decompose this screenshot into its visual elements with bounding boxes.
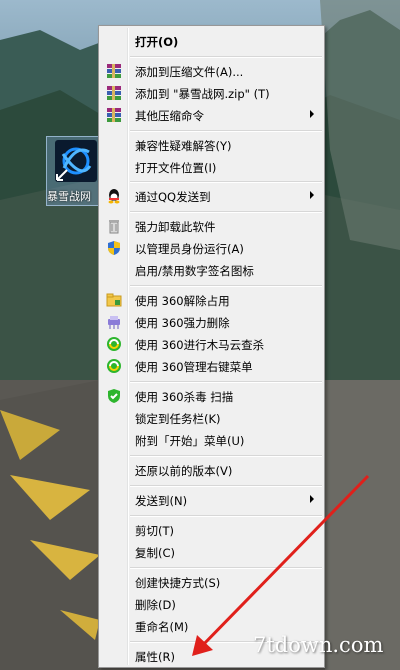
- menu-item-label: 使用 360进行木马云查杀: [135, 338, 265, 352]
- 360-shield-icon: [106, 388, 122, 404]
- menu-item-open-file-location[interactable]: 打开文件位置(I): [101, 156, 322, 178]
- menu-item-label: 重命名(M): [135, 620, 189, 634]
- site-watermark: 7tdown.com: [253, 633, 384, 657]
- menu-separator: [130, 455, 322, 457]
- menu-item-label: 附到「开始」菜单(U): [135, 434, 245, 448]
- menu-item-label: 强力卸载此软件: [135, 220, 216, 234]
- submenu-arrow-icon: [310, 495, 314, 503]
- menu-item-360-manage-context-menu[interactable]: 使用 360管理右键菜单: [101, 355, 322, 377]
- trash-icon: [106, 218, 122, 234]
- menu-item-label: 添加到 "暴雪战网.zip" (T): [135, 87, 270, 101]
- menu-item-360-antivirus-scan[interactable]: 使用 360杀毒 扫描: [101, 385, 322, 407]
- menu-item-label: 剪切(T): [135, 524, 174, 538]
- menu-item-label: 使用 360解除占用: [135, 294, 230, 308]
- menu-item-label: 添加到压缩文件(A)...: [135, 65, 244, 79]
- battlenet-icon: [55, 140, 97, 182]
- menu-item-label: 锁定到任务栏(K): [135, 412, 221, 426]
- menu-item-label: 发送到(N): [135, 494, 188, 508]
- winrar-icon: [106, 107, 122, 123]
- shredder-icon: [106, 314, 122, 330]
- menu-item-send-to[interactable]: 发送到(N): [101, 489, 322, 511]
- menu-item-label: 打开(O): [135, 35, 179, 49]
- menu-item-pin-to-taskbar[interactable]: 锁定到任务栏(K): [101, 407, 322, 429]
- menu-item-compat-troubleshoot[interactable]: 兼容性疑难解答(Y): [101, 134, 322, 156]
- menu-item-label: 兼容性疑难解答(Y): [135, 139, 232, 153]
- menu-item-label: 使用 360强力删除: [135, 316, 230, 330]
- menu-item-label: 通过QQ发送到: [135, 190, 211, 204]
- uac-shield-icon: [106, 240, 122, 256]
- menu-separator: [130, 130, 322, 132]
- menu-item-label: 复制(C): [135, 546, 176, 560]
- 360-icon: [106, 336, 122, 352]
- submenu-arrow-icon: [310, 191, 314, 199]
- menu-item-360-unlock[interactable]: 使用 360解除占用: [101, 289, 322, 311]
- menu-separator: [130, 567, 322, 569]
- menu-item-label: 以管理员身份运行(A): [135, 242, 244, 256]
- menu-item-label: 打开文件位置(I): [135, 161, 217, 175]
- menu-item-add-to-zip[interactable]: 添加到 "暴雪战网.zip" (T): [101, 82, 322, 104]
- menu-item-restore-previous-versions[interactable]: 还原以前的版本(V): [101, 459, 322, 481]
- menu-item-copy[interactable]: 复制(C): [101, 541, 322, 563]
- 360-icon: [106, 358, 122, 374]
- menu-item-pin-to-start[interactable]: 附到「开始」菜单(U): [101, 429, 322, 451]
- menu-item-label: 创建快捷方式(S): [135, 576, 221, 590]
- desktop-icon-label: 暴雪战网: [47, 190, 91, 203]
- submenu-arrow-icon: [310, 110, 314, 118]
- menu-item-create-shortcut[interactable]: 创建快捷方式(S): [101, 571, 322, 593]
- menu-item-label: 使用 360杀毒 扫描: [135, 390, 234, 404]
- menu-item-label: 删除(D): [135, 598, 176, 612]
- menu-separator: [130, 485, 322, 487]
- menu-item-force-uninstall[interactable]: 强力卸载此软件: [101, 215, 322, 237]
- context-menu: 打开(O) 添加到压缩文件(A)... 添加到 "暴雪战网.zip" (T) 其…: [98, 25, 325, 668]
- menu-item-label: 其他压缩命令: [135, 109, 204, 123]
- menu-item-360-cloud-scan[interactable]: 使用 360进行木马云查杀: [101, 333, 322, 355]
- menu-item-toggle-signature-icon[interactable]: 启用/禁用数字签名图标: [101, 259, 322, 281]
- menu-separator: [130, 181, 322, 183]
- desktop-shortcut-battlenet[interactable]: 暴雪战网: [46, 136, 104, 206]
- menu-separator: [130, 515, 322, 517]
- folder-icon: [106, 292, 122, 308]
- menu-separator: [130, 285, 322, 287]
- menu-item-delete[interactable]: 删除(D): [101, 593, 322, 615]
- menu-item-label: 属性(R): [135, 650, 175, 664]
- menu-item-add-to-archive[interactable]: 添加到压缩文件(A)...: [101, 60, 322, 82]
- winrar-icon: [106, 85, 122, 101]
- winrar-icon: [106, 63, 122, 79]
- menu-item-cut[interactable]: 剪切(T): [101, 519, 322, 541]
- menu-separator: [130, 211, 322, 213]
- menu-item-run-as-admin[interactable]: 以管理员身份运行(A): [101, 237, 322, 259]
- menu-item-label: 使用 360管理右键菜单: [135, 360, 253, 374]
- menu-separator: [130, 381, 322, 383]
- menu-separator: [130, 56, 322, 58]
- menu-item-label: 还原以前的版本(V): [135, 464, 233, 478]
- menu-item-open[interactable]: 打开(O): [101, 30, 322, 52]
- menu-item-360-force-delete[interactable]: 使用 360强力删除: [101, 311, 322, 333]
- menu-item-label: 启用/禁用数字签名图标: [135, 264, 254, 278]
- menu-item-send-via-qq[interactable]: 通过QQ发送到: [101, 185, 322, 207]
- qq-icon: [106, 188, 122, 204]
- menu-item-other-compress[interactable]: 其他压缩命令: [101, 104, 322, 126]
